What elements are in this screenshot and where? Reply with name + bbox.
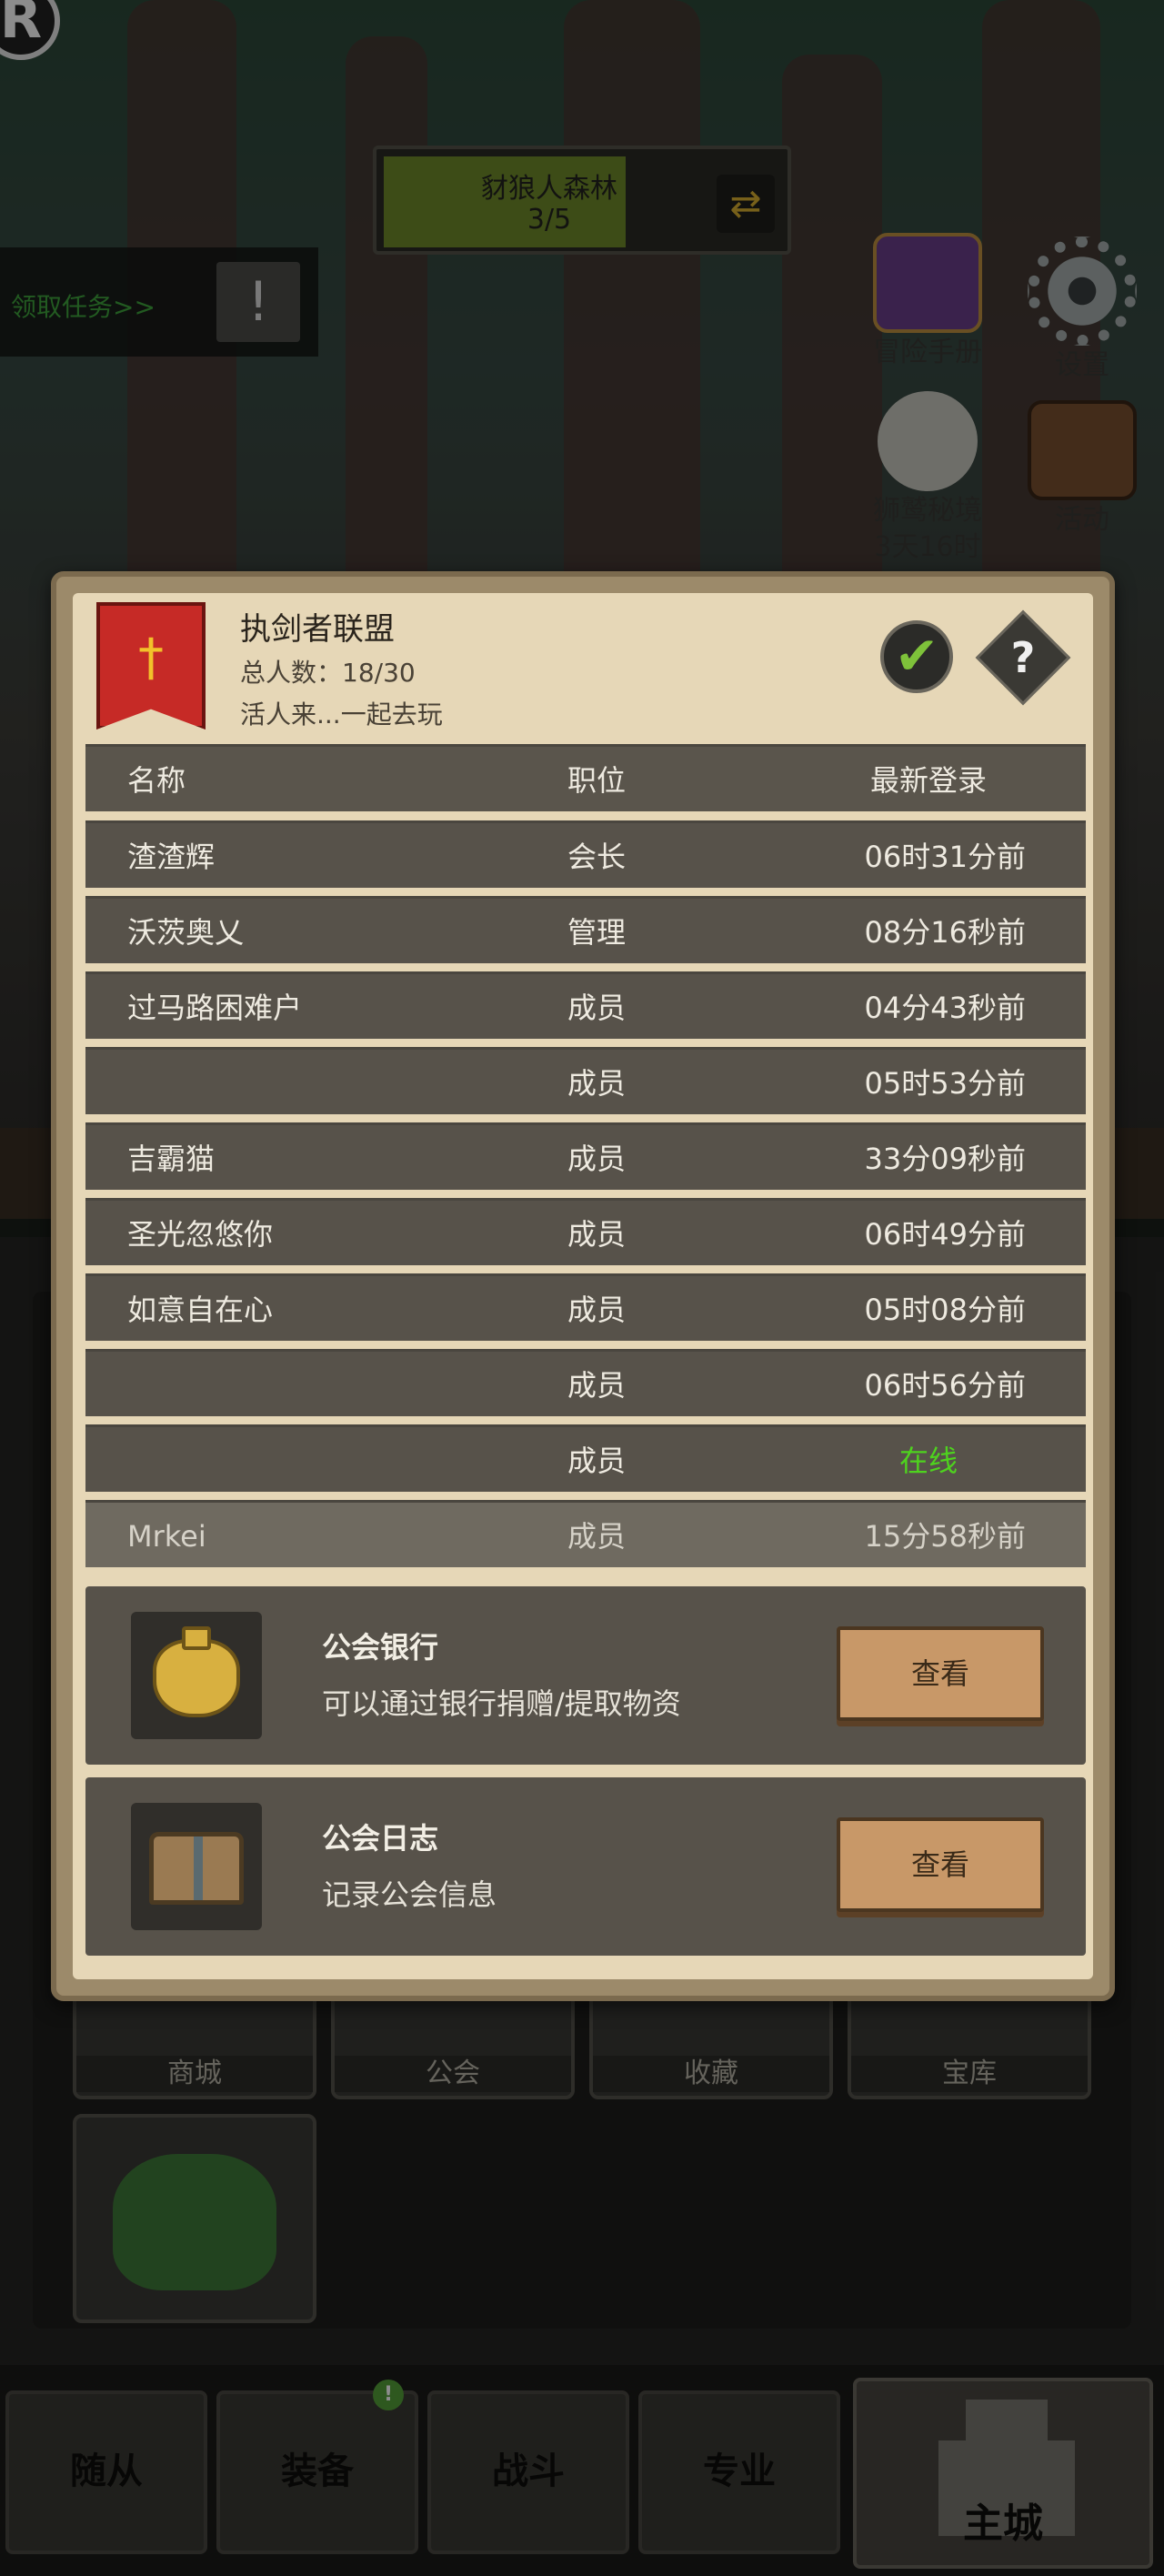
sword-emblem-icon: †	[138, 629, 164, 688]
member-last-login: 04分43秒前	[864, 991, 1026, 1025]
member-last-login: 06时56分前	[864, 1368, 1026, 1403]
member-name: Mrkei	[127, 1519, 206, 1554]
treasure-chest-icon	[131, 1803, 262, 1930]
bag-top	[182, 1626, 211, 1650]
member-last-login: 05时53分前	[864, 1066, 1026, 1101]
member-role: 成员	[567, 1444, 627, 1478]
member-role: 管理	[567, 915, 627, 950]
table-row[interactable]: 成员 在线	[85, 1424, 1086, 1492]
member-role: 成员	[567, 1293, 627, 1327]
member-online-status: 在线	[898, 1444, 958, 1478]
member-name: 渣渣辉	[127, 840, 216, 874]
member-role: 成员	[567, 1217, 627, 1252]
member-last-login: 33分09秒前	[864, 1142, 1026, 1176]
help-icon[interactable]: ?	[989, 624, 1057, 691]
table-row[interactable]: 成员 05时53分前	[85, 1047, 1086, 1114]
member-last-login: 15分58秒前	[864, 1519, 1026, 1554]
member-role: 成员	[567, 1519, 627, 1554]
table-row[interactable]: 吉霸猫 成员 33分09秒前	[85, 1122, 1086, 1190]
guild-banner-icon: †	[96, 602, 206, 730]
member-table[interactable]: 名称 职位 最新登录 渣渣辉 会长 06时31分前 沃茨奥乂 管理 08分16秒…	[85, 744, 1086, 1568]
guild-log-title: 公会日志	[322, 1821, 439, 1856]
chest-body	[149, 1832, 244, 1905]
member-role: 成员	[567, 991, 627, 1025]
member-name: 如意自在心	[127, 1293, 274, 1327]
chest-band	[194, 1836, 203, 1900]
member-name: 吉霸猫	[127, 1142, 216, 1176]
table-row[interactable]: 渣渣辉 会长 06时31分前	[85, 820, 1086, 888]
member-role: 成员	[567, 1368, 627, 1403]
check-icon[interactable]: ✔	[880, 620, 953, 693]
guild-member-count: 总人数：18/30	[240, 658, 416, 688]
member-name: 圣光忽悠你	[127, 1217, 274, 1252]
member-role: 会长	[567, 840, 627, 874]
column-header-last-login: 最新登录	[869, 763, 987, 798]
member-last-login: 05时08分前	[864, 1293, 1026, 1327]
member-name: 过马路困难户	[127, 991, 303, 1025]
member-role: 成员	[567, 1066, 627, 1101]
guild-log-view-button[interactable]: 查看	[837, 1817, 1044, 1912]
guild-dialog-body: † 执剑者联盟 总人数：18/30 活人来...一起去玩 ✔ ? 名称 职位 最…	[73, 593, 1093, 1979]
table-row[interactable]: 如意自在心 成员 05时08分前	[85, 1273, 1086, 1341]
member-last-login: 08分16秒前	[864, 915, 1026, 950]
guild-bank-card: 公会银行 可以通过银行捐赠/提取物资 查看	[85, 1586, 1086, 1765]
member-role: 成员	[567, 1142, 627, 1176]
guild-bank-description: 可以通过银行捐赠/提取物资	[322, 1686, 681, 1721]
table-row[interactable]: 成员 06时56分前	[85, 1349, 1086, 1416]
guild-log-card: 公会日志 记录公会信息 查看	[85, 1777, 1086, 1956]
member-last-login: 06时49分前	[864, 1217, 1026, 1252]
guild-dialog: † 执剑者联盟 总人数：18/30 活人来...一起去玩 ✔ ? 名称 职位 最…	[51, 571, 1115, 2001]
member-name: 沃茨奥乂	[127, 915, 245, 950]
table-row[interactable]: Mrkei 成员 15分58秒前	[85, 1500, 1086, 1567]
column-header-name: 名称	[127, 763, 186, 798]
guild-log-description: 记录公会信息	[322, 1877, 497, 1912]
table-row[interactable]: 沃茨奥乂 管理 08分16秒前	[85, 896, 1086, 963]
member-last-login: 06时31分前	[864, 840, 1026, 874]
bag-body	[153, 1639, 240, 1717]
table-row[interactable]: 圣光忽悠你 成员 06时49分前	[85, 1198, 1086, 1265]
guild-bank-view-button[interactable]: 查看	[837, 1626, 1044, 1721]
table-header: 名称 职位 最新登录	[85, 744, 1086, 811]
money-bag-icon	[131, 1612, 262, 1739]
guild-motto: 活人来...一起去玩	[240, 699, 443, 730]
column-header-role: 职位	[567, 763, 627, 798]
guild-name: 执剑者联盟	[240, 611, 395, 648]
table-row[interactable]: 过马路困难户 成员 04分43秒前	[85, 971, 1086, 1039]
guild-bank-title: 公会银行	[322, 1630, 439, 1665]
